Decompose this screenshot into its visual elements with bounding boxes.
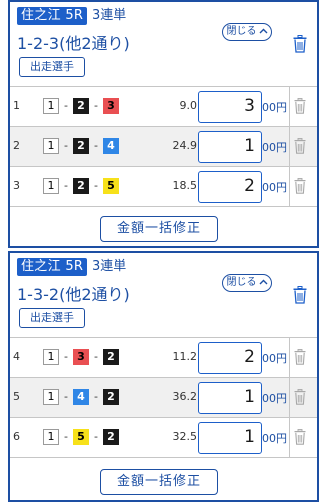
- bet-card-2: 住之江 5R 3連単 1-3-2(他2通り) 閉じる 出走選手 4 1 - 3 …: [8, 251, 319, 502]
- bet-row: 4 1 - 3 - 2 11.2 2 00円: [10, 337, 317, 377]
- boat-number: 1: [43, 98, 59, 114]
- bet-row: 1 1 - 2 - 3 9.0 3 00円: [10, 86, 317, 126]
- amount-input[interactable]: 3: [198, 91, 262, 123]
- card-footer: 金額一括修正: [10, 457, 317, 500]
- close-label: 閉じる: [226, 26, 257, 37]
- trash-icon[interactable]: [294, 429, 306, 445]
- combination-title: 1-2-3(他2通り): [17, 34, 130, 53]
- trash-icon[interactable]: [294, 138, 306, 154]
- boat-numbers: 1 - 2 - 3: [43, 98, 119, 114]
- bet-row: 2 1 - 2 - 4 24.9 1 00円: [10, 126, 317, 166]
- bet-type-label: 3連単: [92, 259, 127, 274]
- boat-number: 2: [103, 429, 119, 445]
- trash-icon[interactable]: [294, 389, 306, 405]
- boat-number: 2: [73, 138, 89, 154]
- amount-unit: 00円: [262, 101, 287, 114]
- bulk-amount-edit-button[interactable]: 金額一括修正: [100, 469, 218, 495]
- boat-number: 1: [43, 429, 59, 445]
- close-button[interactable]: 閉じる: [222, 23, 272, 41]
- boat-number: 5: [73, 429, 89, 445]
- boat-number: 4: [103, 138, 119, 154]
- odds-value: 24.9: [172, 139, 198, 152]
- runners-button[interactable]: 出走選手: [19, 57, 85, 77]
- bet-row: 6 1 - 5 - 2 32.5 1 00円: [10, 417, 317, 457]
- boat-number: 1: [43, 389, 59, 405]
- amount-unit: 00円: [262, 432, 287, 445]
- boat-number: 2: [73, 178, 89, 194]
- row-index: 1: [13, 99, 20, 112]
- odds-value: 9.0: [179, 99, 198, 112]
- odds-value: 32.5: [172, 430, 198, 443]
- venue-race-badge: 住之江 5R: [17, 258, 88, 276]
- amount-unit: 00円: [262, 392, 287, 405]
- amount-unit: 00円: [262, 141, 287, 154]
- amount-unit: 00円: [262, 352, 287, 365]
- amount-input[interactable]: 2: [198, 171, 262, 203]
- trash-icon[interactable]: [293, 286, 307, 304]
- amount-input[interactable]: 1: [198, 382, 262, 414]
- bet-row: 3 1 - 2 - 5 18.5 2 00円: [10, 166, 317, 206]
- amount-input[interactable]: 1: [198, 131, 262, 163]
- venue-race-badge: 住之江 5R: [17, 7, 88, 25]
- boat-numbers: 1 - 2 - 4: [43, 138, 119, 154]
- boat-numbers: 1 - 4 - 2: [43, 389, 119, 405]
- bet-type-label: 3連単: [92, 8, 127, 23]
- boat-number: 2: [103, 389, 119, 405]
- boat-number: 5: [103, 178, 119, 194]
- bulk-amount-edit-button[interactable]: 金額一括修正: [100, 216, 218, 242]
- amount-input[interactable]: 2: [198, 342, 262, 374]
- boat-number: 2: [103, 349, 119, 365]
- boat-numbers: 1 - 3 - 2: [43, 349, 119, 365]
- row-index: 5: [13, 390, 20, 403]
- card-footer: 金額一括修正: [10, 206, 317, 246]
- boat-number: 3: [73, 349, 89, 365]
- close-label: 閉じる: [226, 277, 257, 288]
- boat-number: 4: [73, 389, 89, 405]
- runners-button[interactable]: 出走選手: [19, 308, 85, 328]
- card-header: 住之江 5R 3連単 1-3-2(他2通り) 閉じる 出走選手: [10, 253, 317, 337]
- close-button[interactable]: 閉じる: [222, 274, 272, 292]
- boat-number: 1: [43, 178, 59, 194]
- trash-icon[interactable]: [294, 349, 306, 365]
- boat-number: 3: [103, 98, 119, 114]
- chevron-up-icon: [259, 279, 267, 285]
- odds-value: 11.2: [172, 350, 198, 363]
- amount-unit: 00円: [262, 181, 287, 194]
- trash-icon[interactable]: [293, 35, 307, 53]
- row-index: 6: [13, 430, 20, 443]
- boat-numbers: 1 - 2 - 5: [43, 178, 119, 194]
- row-index: 2: [13, 139, 20, 152]
- chevron-up-icon: [259, 28, 267, 34]
- odds-value: 18.5: [172, 179, 198, 192]
- card-header: 住之江 5R 3連単 1-2-3(他2通り) 閉じる 出走選手: [10, 2, 317, 86]
- row-index: 3: [13, 179, 20, 192]
- odds-value: 36.2: [172, 390, 198, 403]
- boat-number: 2: [73, 98, 89, 114]
- boat-number: 1: [43, 138, 59, 154]
- boat-numbers: 1 - 5 - 2: [43, 429, 119, 445]
- trash-icon[interactable]: [294, 98, 306, 114]
- trash-icon[interactable]: [294, 178, 306, 194]
- amount-input[interactable]: 1: [198, 422, 262, 454]
- row-index: 4: [13, 350, 20, 363]
- boat-number: 1: [43, 349, 59, 365]
- bet-row: 5 1 - 4 - 2 36.2 1 00円: [10, 377, 317, 417]
- bet-card-1: 住之江 5R 3連単 1-2-3(他2通り) 閉じる 出走選手 1 1 - 2 …: [8, 0, 319, 248]
- combination-title: 1-3-2(他2通り): [17, 285, 130, 304]
